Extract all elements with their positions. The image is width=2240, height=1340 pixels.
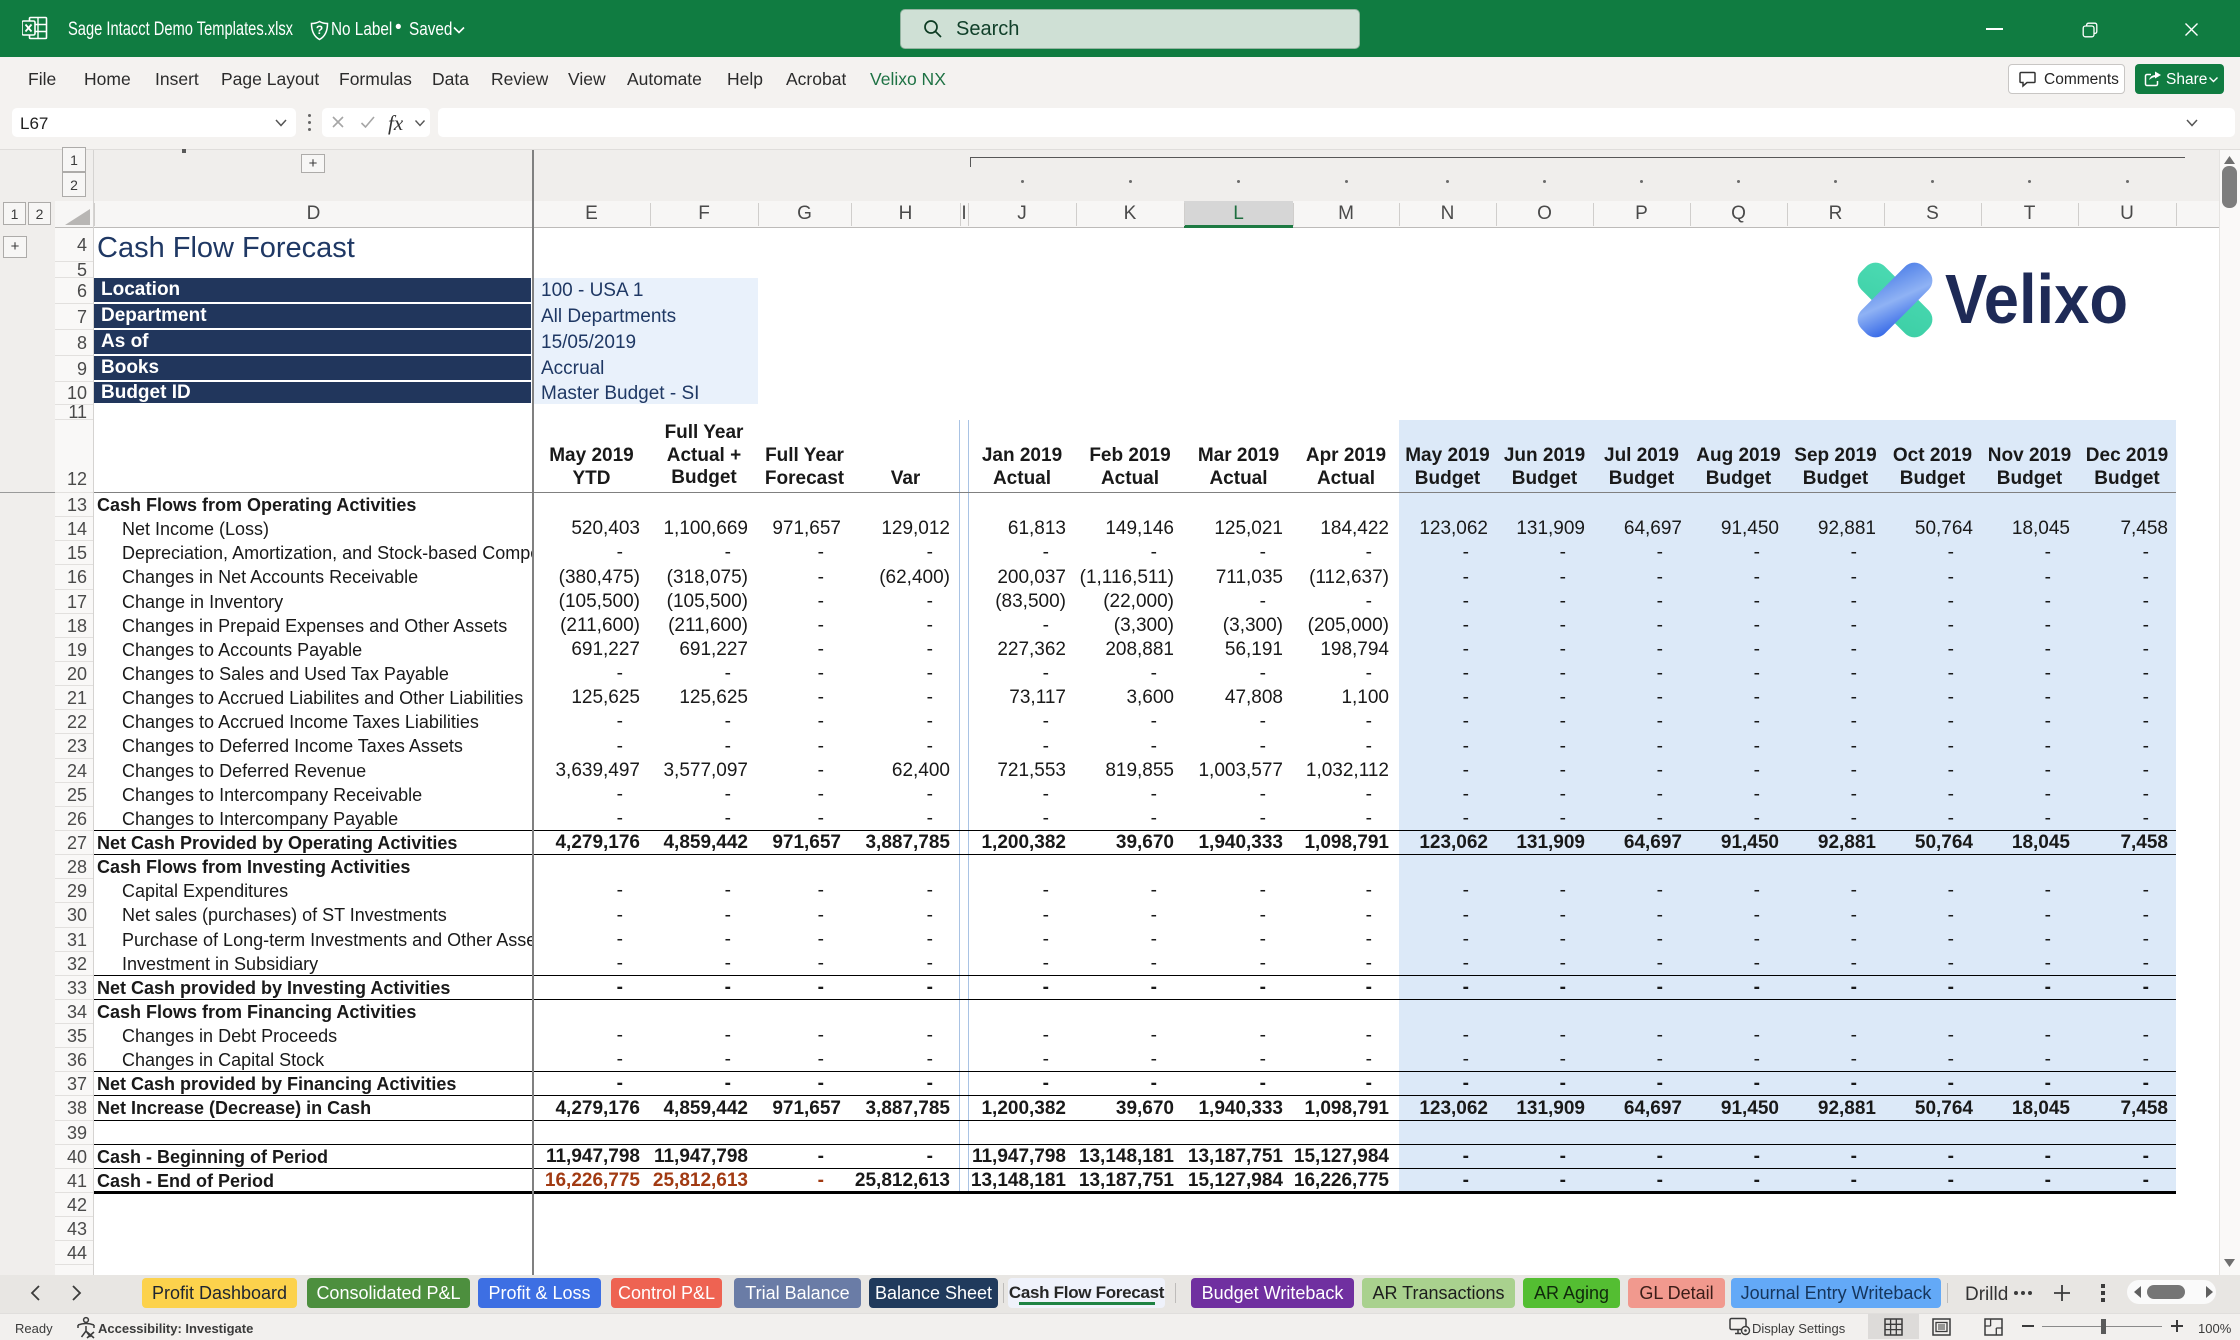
svg-text:?: ?: [316, 23, 323, 37]
svg-text:Velixo: Velixo: [1945, 260, 2128, 338]
